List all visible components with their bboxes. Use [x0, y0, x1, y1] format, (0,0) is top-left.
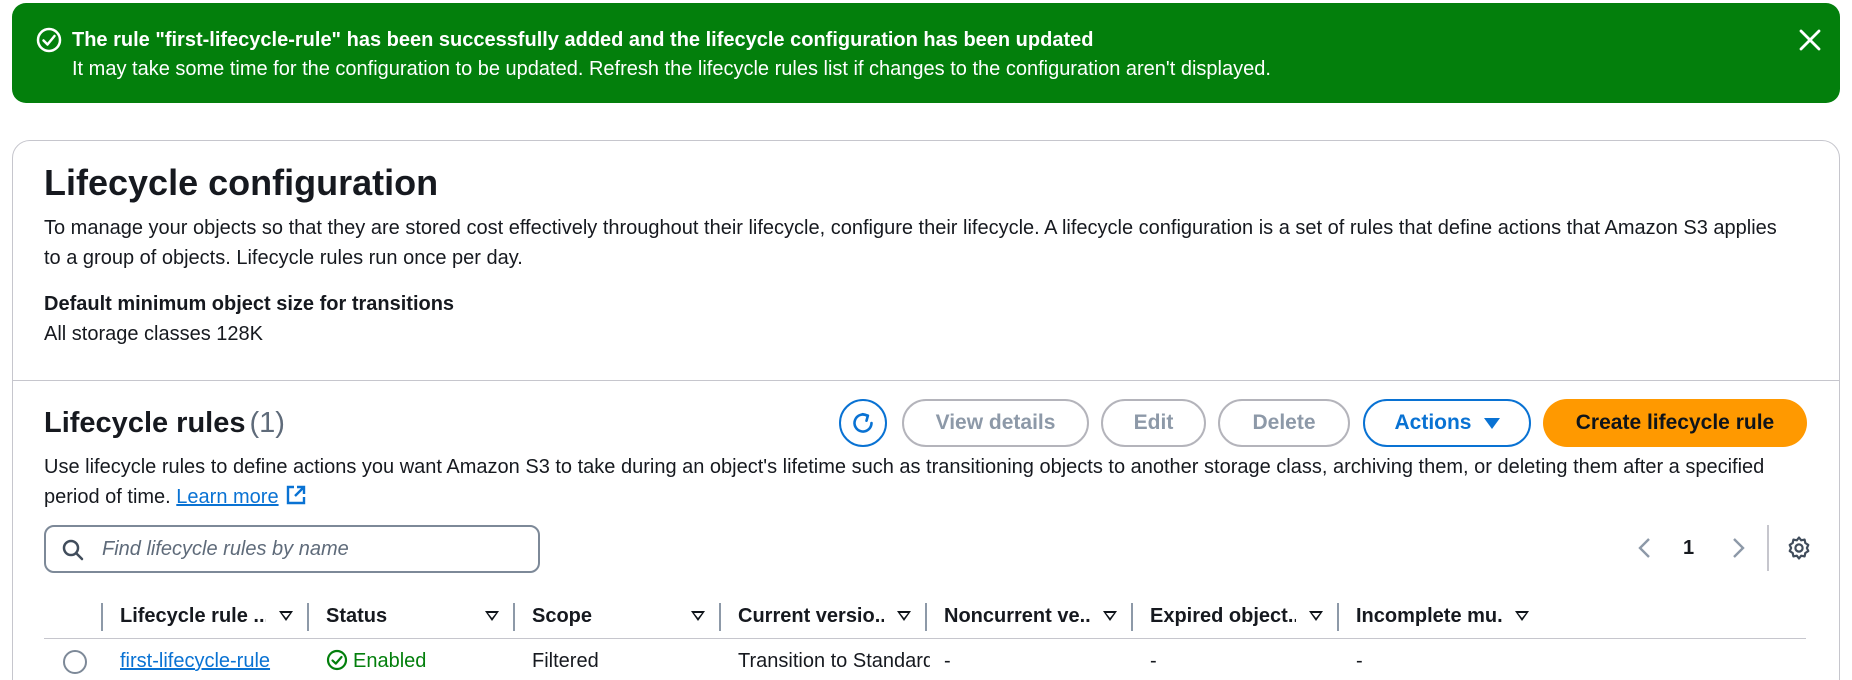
sort-icon[interactable] — [485, 611, 499, 621]
sort-icon[interactable] — [1515, 611, 1529, 621]
column-header-scope[interactable]: Scope — [532, 599, 678, 633]
flash-message: It may take some time for the configurat… — [72, 58, 1271, 80]
learn-more-link[interactable]: Learn more — [176, 486, 278, 508]
refresh-icon — [853, 412, 873, 433]
chevron-left-icon[interactable] — [1633, 534, 1657, 562]
header-divider — [44, 638, 1806, 639]
column-divider — [513, 603, 515, 631]
status-text: Enabled — [353, 650, 427, 672]
column-header-status[interactable]: Status — [326, 599, 472, 633]
column-divider — [1131, 603, 1133, 631]
flash-title: The rule "first-lifecycle-rule" has been… — [72, 29, 1094, 51]
actions-label: Actions — [1394, 411, 1472, 434]
sort-icon[interactable] — [279, 611, 293, 621]
incomplete-multipart-cell: - — [1356, 650, 1363, 672]
status-success-icon — [326, 649, 348, 671]
refresh-button[interactable] — [839, 399, 887, 447]
edit-button[interactable]: Edit — [1101, 399, 1206, 447]
caret-down-icon — [1483, 417, 1500, 429]
external-link-icon[interactable] — [285, 484, 307, 506]
check-circle-icon — [36, 27, 62, 53]
page-title: Lifecycle configuration — [44, 162, 439, 203]
rule-name-cell: first-lifecycle-rule — [120, 646, 270, 676]
column-header-noncurrent-version[interactable]: Noncurrent ve... — [944, 599, 1090, 633]
row-select-radio[interactable] — [63, 650, 87, 674]
section-divider — [13, 380, 1839, 381]
search-placeholder: Find lifecycle rules by name — [102, 538, 349, 560]
pager-divider — [1767, 525, 1769, 571]
column-header-current-version[interactable]: Current versio... — [738, 599, 884, 633]
table-header: Lifecycle rule ... Status Scope Current … — [44, 599, 1806, 633]
rules-count: (1) — [249, 407, 285, 439]
column-divider — [101, 603, 103, 631]
status-cell: Enabled — [326, 646, 426, 676]
scope-cell: Filtered — [532, 650, 599, 672]
column-header-incomplete-multipart[interactable]: Incomplete mu... — [1356, 599, 1502, 633]
column-header-expired-object[interactable]: Expired object... — [1150, 599, 1296, 633]
success-flashbar: The rule "first-lifecycle-rule" has been… — [12, 3, 1840, 103]
create-lifecycle-rule-button[interactable]: Create lifecycle rule — [1543, 399, 1807, 447]
min-size-label: Default minimum object size for transiti… — [44, 293, 455, 315]
sort-icon[interactable] — [1103, 611, 1117, 621]
column-divider — [925, 603, 927, 631]
sort-icon[interactable] — [897, 611, 911, 621]
rules-title: Lifecycle rules — [44, 407, 246, 439]
search-icon — [62, 539, 84, 561]
current-version-cell: Transition to Standard- — [738, 650, 930, 672]
rule-name-link[interactable]: first-lifecycle-rule — [120, 650, 270, 672]
view-details-button[interactable]: View details — [902, 399, 1089, 447]
rules-heading: Lifecycle rules (1) — [44, 403, 285, 443]
close-icon[interactable] — [1797, 27, 1823, 53]
column-divider — [719, 603, 721, 631]
delete-button[interactable]: Delete — [1218, 399, 1350, 447]
expired-object-cell: - — [1150, 650, 1157, 672]
sort-icon[interactable] — [691, 611, 705, 621]
sort-icon[interactable] — [1309, 611, 1323, 621]
column-divider — [307, 603, 309, 631]
column-divider — [1337, 603, 1339, 631]
min-size-value: All storage classes 128K — [44, 323, 264, 345]
column-header-name[interactable]: Lifecycle rule ... — [120, 599, 266, 633]
noncurrent-version-cell: - — [944, 650, 951, 672]
gear-icon[interactable] — [1786, 535, 1812, 561]
search-input[interactable]: Find lifecycle rules by name — [44, 525, 540, 573]
config-description: To manage your objects so that they are … — [44, 217, 1777, 269]
lifecycle-configuration-container: Lifecycle configuration To manage your o… — [12, 140, 1840, 680]
actions-dropdown[interactable]: Actions — [1363, 399, 1531, 447]
rules-description: Use lifecycle rules to define actions yo… — [44, 452, 1814, 512]
page-number[interactable]: 1 — [1683, 534, 1694, 562]
chevron-right-icon[interactable] — [1726, 534, 1750, 562]
